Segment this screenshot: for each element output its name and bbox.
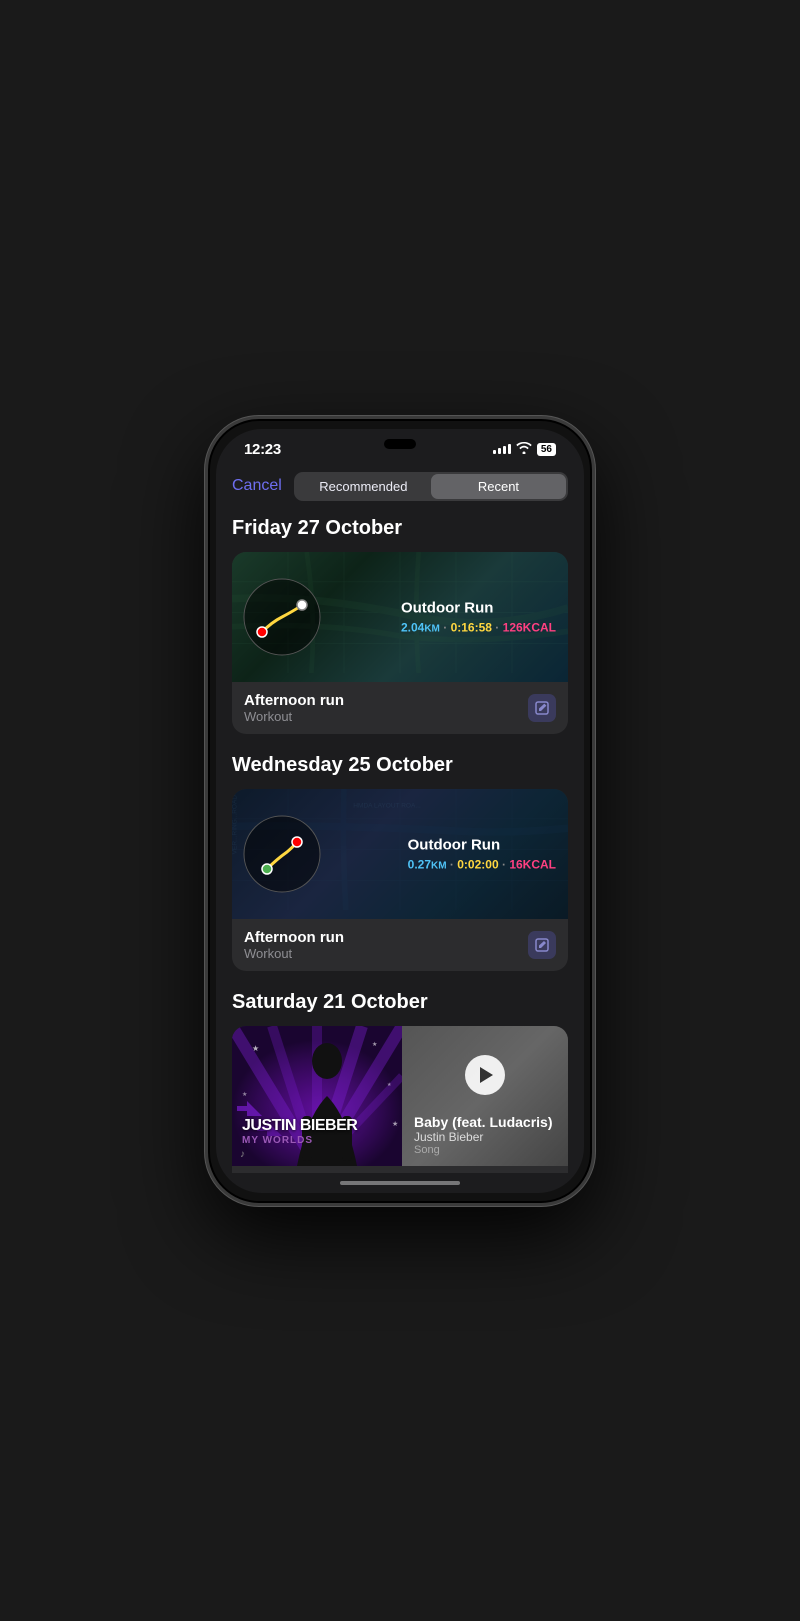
tab-recent[interactable]: Recent bbox=[431, 474, 566, 499]
album-artist-name: JUSTIN BIEBER bbox=[242, 1117, 392, 1135]
signal-bar-3 bbox=[503, 446, 506, 454]
edit-button-wednesday[interactable] bbox=[528, 931, 556, 959]
stat-cal-friday: 126KCAL bbox=[503, 620, 556, 634]
home-bar bbox=[340, 1181, 460, 1185]
card-footer-wednesday: Afternoon run Workout bbox=[232, 919, 568, 971]
map-info-wednesday: Outdoor Run 0.27KM · 0:02:00 · 16KCAL bbox=[408, 836, 556, 871]
section-friday: Friday 27 October bbox=[232, 517, 568, 734]
stat-distance-wednesday: 0.27KM bbox=[408, 857, 447, 871]
phone-screen: 12:23 56 bbox=[216, 429, 584, 1193]
track-title: Baby (feat. Ludacris) bbox=[414, 1114, 556, 1130]
section-heading-wednesday: Wednesday 25 October bbox=[232, 754, 568, 777]
svg-text:HMDA LAYOUT ROA...: HMDA LAYOUT ROA... bbox=[353, 802, 421, 809]
activity-label-wednesday: Afternoon run bbox=[244, 929, 344, 946]
run-title-wednesday: Outdoor Run bbox=[408, 836, 556, 853]
tab-recommended[interactable]: Recommended bbox=[296, 474, 431, 499]
status-right: 56 bbox=[493, 442, 556, 457]
music-track-info: Baby (feat. Ludacris) Justin Bieber Song bbox=[414, 1114, 556, 1156]
battery-indicator: 56 bbox=[537, 443, 556, 456]
section-day-wednesday: Wednesday bbox=[232, 754, 343, 776]
section-date-saturday: 21 October bbox=[318, 991, 428, 1013]
card-footer-friday: Afternoon run Workout bbox=[232, 682, 568, 734]
content-area: Cancel Recommended Recent Friday 27 Octo… bbox=[216, 464, 584, 1173]
section-heading-saturday: Saturday 21 October bbox=[232, 991, 568, 1014]
run-title-friday: Outdoor Run bbox=[401, 599, 556, 616]
section-heading-friday: Friday 27 October bbox=[232, 517, 568, 540]
header-row: Cancel Recommended Recent bbox=[232, 464, 568, 517]
activity-card-friday-run: Outdoor Run 2.04KM · 0:16:58 · 126KCAL bbox=[232, 552, 568, 734]
edit-icon-friday bbox=[535, 701, 549, 715]
music-content: ★ ★ ★ ★ ★ bbox=[232, 1026, 568, 1166]
route-svg-wednesday bbox=[242, 814, 322, 894]
map-route-wednesday bbox=[242, 814, 322, 894]
section-date-wednesday: 25 October bbox=[343, 754, 453, 776]
map-info-friday: Outdoor Run 2.04KM · 0:16:58 · 126KCAL bbox=[401, 599, 556, 634]
music-info-panel: Baby (feat. Ludacris) Justin Bieber Song bbox=[402, 1026, 568, 1166]
edit-icon-wednesday bbox=[535, 938, 549, 952]
run-stats-wednesday: 0.27KM · 0:02:00 · 16KCAL bbox=[408, 857, 556, 871]
activity-sublabel-friday: Workout bbox=[244, 709, 344, 724]
section-day-friday: Friday bbox=[232, 517, 292, 539]
card-footer-text-friday: Afternoon run Workout bbox=[244, 692, 344, 724]
stat-distance-friday: 2.04KM bbox=[401, 620, 440, 634]
section-wednesday: Wednesday 25 October bbox=[232, 754, 568, 971]
activity-card-wednesday-run: HMDA LAYOUT ROA... VER...RING...ROAD bbox=[232, 789, 568, 971]
signal-bar-4 bbox=[508, 444, 511, 454]
section-date-friday: 27 October bbox=[292, 517, 402, 539]
svg-text:VER...RING...ROAD: VER...RING...ROAD bbox=[232, 794, 239, 854]
map-bg-friday: Outdoor Run 2.04KM · 0:16:58 · 126KCAL bbox=[232, 552, 568, 682]
status-bar: 12:23 56 bbox=[216, 429, 584, 464]
signal-bars bbox=[493, 444, 511, 454]
map-area-friday: Outdoor Run 2.04KM · 0:16:58 · 126KCAL bbox=[232, 552, 568, 682]
home-indicator bbox=[216, 1173, 584, 1193]
run-stats-friday: 2.04KM · 0:16:58 · 126KCAL bbox=[401, 620, 556, 634]
play-button-area bbox=[414, 1036, 556, 1114]
stat-cal-wednesday: 16KCAL bbox=[509, 857, 556, 871]
play-triangle-icon bbox=[480, 1067, 493, 1083]
dynamic-island bbox=[384, 439, 416, 449]
segmented-control: Recommended Recent bbox=[294, 472, 568, 501]
section-day-saturday: Saturday bbox=[232, 991, 318, 1013]
card-footer-text-wednesday: Afternoon run Workout bbox=[244, 929, 344, 961]
stat-time-wednesday: 0:02:00 bbox=[457, 857, 498, 871]
cancel-button[interactable]: Cancel bbox=[232, 477, 282, 495]
stat-time-friday: 0:16:58 bbox=[451, 620, 492, 634]
map-route-friday bbox=[242, 577, 322, 657]
section-saturday: Saturday 21 October bbox=[232, 991, 568, 1173]
signal-bar-1 bbox=[493, 450, 496, 454]
activity-sublabel-wednesday: Workout bbox=[244, 946, 344, 961]
edit-button-friday[interactable] bbox=[528, 694, 556, 722]
activity-label-friday: Afternoon run bbox=[244, 692, 344, 709]
music-card-saturday: ★ ★ ★ ★ ★ bbox=[232, 1026, 568, 1173]
play-button[interactable] bbox=[465, 1055, 505, 1095]
album-name: MY WORLDS bbox=[242, 1135, 392, 1146]
wifi-icon bbox=[516, 442, 532, 457]
music-note-icon: ♪ bbox=[240, 1149, 245, 1160]
track-artist: Justin Bieber bbox=[414, 1130, 556, 1144]
track-type: Song bbox=[414, 1144, 556, 1156]
map-bg-wednesday: HMDA LAYOUT ROA... VER...RING...ROAD bbox=[232, 789, 568, 919]
card-footer-saturday: Listened to Music: Baby (feat. Ludacris)… bbox=[232, 1166, 568, 1173]
route-svg-friday bbox=[242, 577, 322, 657]
album-art: ★ ★ ★ ★ ★ bbox=[232, 1026, 402, 1166]
album-art-text: JUSTIN BIEBER MY WORLDS bbox=[242, 1117, 392, 1146]
map-area-wednesday: HMDA LAYOUT ROA... VER...RING...ROAD bbox=[232, 789, 568, 919]
status-time: 12:23 bbox=[244, 441, 281, 458]
signal-bar-2 bbox=[498, 448, 501, 454]
phone-frame: 12:23 56 bbox=[205, 416, 595, 1206]
